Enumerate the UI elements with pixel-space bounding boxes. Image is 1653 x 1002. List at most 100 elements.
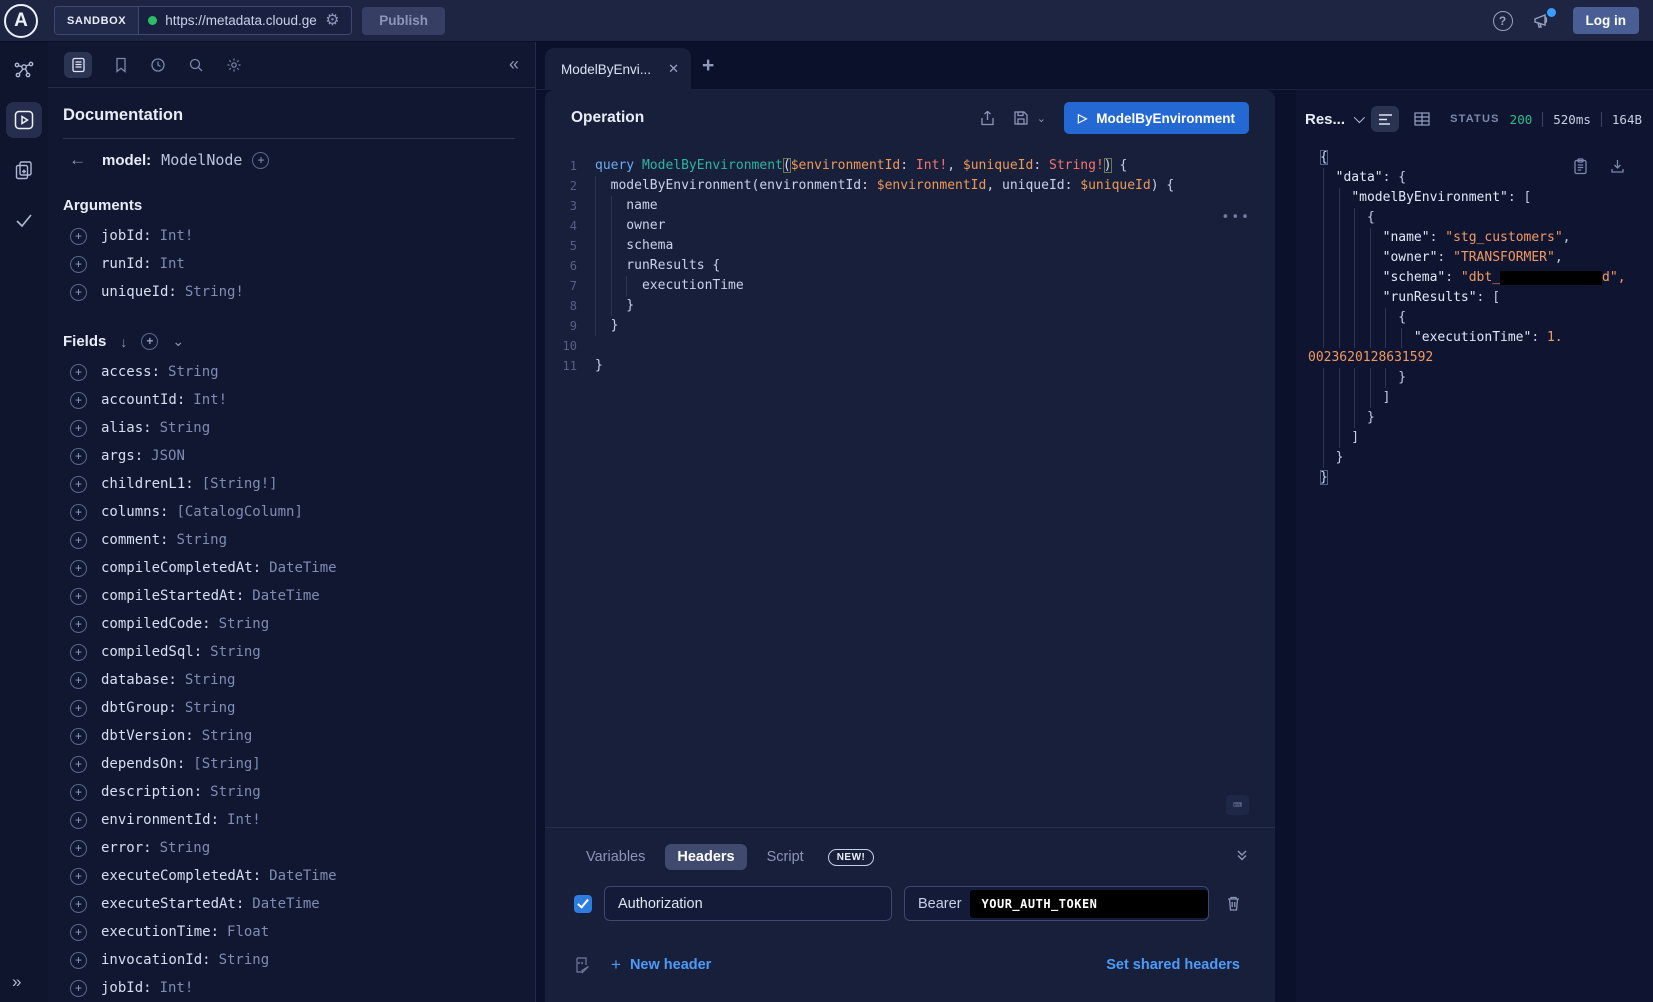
operation-tab[interactable]: ModelByEnvi... ✕ <box>545 48 691 90</box>
endpoint-settings-icon[interactable]: ⚙ <box>325 13 339 29</box>
add-to-query-icon[interactable]: + <box>70 784 87 801</box>
keyboard-shortcuts-icon[interactable]: ⌨ <box>1226 795 1249 815</box>
editor-menu-icon[interactable]: ••• <box>1222 210 1251 225</box>
add-to-query-icon[interactable]: + <box>70 672 87 689</box>
edit-headers-raw-button[interactable] <box>574 956 591 974</box>
field-row[interactable]: +accountId:Int! <box>63 386 515 414</box>
rail-item-schema[interactable] <box>6 52 42 88</box>
help-icon[interactable]: ? <box>1493 11 1513 31</box>
add-to-query-icon[interactable]: + <box>70 812 87 829</box>
add-field-icon[interactable]: + <box>252 152 269 169</box>
field-row[interactable]: +compileStartedAt:DateTime <box>63 582 515 610</box>
add-to-query-icon[interactable]: + <box>70 924 87 941</box>
add-to-query-icon[interactable]: + <box>70 448 87 465</box>
add-to-query-icon[interactable]: + <box>70 504 87 521</box>
expand-rail-button[interactable]: » <box>0 972 48 992</box>
delete-header-button[interactable] <box>1226 895 1241 912</box>
field-row[interactable]: +compiledSql:String <box>63 638 515 666</box>
add-to-query-icon[interactable]: + <box>70 868 87 885</box>
query-editor[interactable]: 1query ModelByEnvironment($environmentId… <box>545 146 1275 827</box>
argument-row[interactable]: +uniqueId:String! <box>63 278 515 306</box>
new-header-button[interactable]: + New header <box>611 955 711 975</box>
field-row[interactable]: +environmentId:Int! <box>63 806 515 834</box>
saved-operations-button[interactable] <box>114 57 128 73</box>
argument-row[interactable]: +jobId:Int! <box>63 222 515 250</box>
field-row[interactable]: +compileCompletedAt:DateTime <box>63 554 515 582</box>
field-row[interactable]: +error:String <box>63 834 515 862</box>
response-dropdown-chevron[interactable] <box>1354 112 1365 123</box>
field-row[interactable]: +columns:[CatalogColumn] <box>63 498 515 526</box>
field-row[interactable]: +access:String <box>63 358 515 386</box>
field-row[interactable]: +executeCompletedAt:DateTime <box>63 862 515 890</box>
documentation-tab-button[interactable] <box>64 52 92 78</box>
field-row[interactable]: +dbtVersion:String <box>63 722 515 750</box>
add-to-query-icon[interactable]: + <box>70 256 87 273</box>
add-to-query-icon[interactable]: + <box>70 644 87 661</box>
add-to-query-icon[interactable]: + <box>70 700 87 717</box>
download-response-button[interactable] <box>1610 158 1625 175</box>
add-to-query-icon[interactable]: + <box>70 728 87 745</box>
field-row[interactable]: +jobId:Int! <box>63 974 515 1002</box>
response-text-view-button[interactable] <box>1371 106 1399 132</box>
new-tab-button[interactable]: + <box>702 54 714 78</box>
add-to-query-icon[interactable]: + <box>70 588 87 605</box>
add-to-query-icon[interactable]: + <box>70 980 87 997</box>
save-options-chevron[interactable]: ⌄ <box>1037 112 1046 125</box>
field-row[interactable]: +compiledCode:String <box>63 610 515 638</box>
add-to-query-icon[interactable]: + <box>70 284 87 301</box>
argument-row[interactable]: +runId:Int <box>63 250 515 278</box>
endpoint-url-field[interactable]: https://metadata.cloud.get ⚙ <box>139 7 351 34</box>
field-row[interactable]: +executionTime:Float <box>63 918 515 946</box>
add-to-query-icon[interactable]: + <box>70 364 87 381</box>
header-value-input[interactable]: Bearer YOUR_AUTH_TOKEN <box>904 886 1209 921</box>
add-to-query-icon[interactable]: + <box>70 560 87 577</box>
save-operation-button[interactable] <box>1013 110 1029 126</box>
tab-script[interactable]: Script <box>755 844 816 870</box>
back-arrow-icon[interactable]: ← <box>63 150 92 170</box>
add-to-query-icon[interactable]: + <box>70 896 87 913</box>
response-title[interactable]: Res... <box>1305 111 1345 128</box>
history-button[interactable] <box>150 57 166 73</box>
collapse-docs-icon[interactable]: « <box>509 54 519 75</box>
field-row[interactable]: +childrenL1:[String!] <box>63 470 515 498</box>
header-enabled-checkbox[interactable] <box>574 895 592 913</box>
tab-headers[interactable]: Headers <box>665 844 746 870</box>
breadcrumb-type-name[interactable]: ModelNode <box>161 151 242 169</box>
collapse-panel-button[interactable] <box>1235 848 1249 862</box>
add-to-query-icon[interactable]: + <box>70 392 87 409</box>
add-to-query-icon[interactable]: + <box>70 840 87 857</box>
field-row[interactable]: +args:JSON <box>63 442 515 470</box>
add-to-query-icon[interactable]: + <box>70 756 87 773</box>
header-key-input[interactable] <box>604 886 892 921</box>
field-row[interactable]: +database:String <box>63 666 515 694</box>
settings-button[interactable] <box>226 57 242 73</box>
add-to-query-icon[interactable]: + <box>70 952 87 969</box>
field-row[interactable]: +executeStartedAt:DateTime <box>63 890 515 918</box>
run-operation-button[interactable]: ▷ ModelByEnvironment <box>1064 102 1249 134</box>
rail-item-collections[interactable] <box>6 152 42 188</box>
field-row[interactable]: +invocationId:String <box>63 946 515 974</box>
copy-response-button[interactable] <box>1573 158 1588 175</box>
field-row[interactable]: +alias:String <box>63 414 515 442</box>
tab-variables[interactable]: Variables <box>574 844 657 870</box>
announcements-button[interactable] <box>1533 12 1553 30</box>
add-to-query-icon[interactable]: + <box>70 476 87 493</box>
add-all-fields-icon[interactable]: + <box>141 333 158 350</box>
add-to-query-icon[interactable]: + <box>70 420 87 437</box>
search-button[interactable] <box>188 57 204 73</box>
response-table-view-button[interactable] <box>1408 106 1436 132</box>
field-row[interactable]: +dependsOn:[String] <box>63 750 515 778</box>
login-button[interactable]: Log in <box>1573 7 1640 34</box>
rail-item-explorer[interactable] <box>6 102 42 138</box>
field-row[interactable]: +description:String <box>63 778 515 806</box>
field-row[interactable]: +dbtGroup:String <box>63 694 515 722</box>
rail-item-checks[interactable] <box>6 202 42 238</box>
close-tab-icon[interactable]: ✕ <box>668 61 679 77</box>
publish-button[interactable]: Publish <box>362 7 445 35</box>
sort-icon[interactable]: ↓ <box>120 334 127 350</box>
set-shared-headers-link[interactable]: Set shared headers <box>1106 957 1247 973</box>
add-to-query-icon[interactable]: + <box>70 532 87 549</box>
add-to-query-icon[interactable]: + <box>70 616 87 633</box>
field-row[interactable]: +comment:String <box>63 526 515 554</box>
add-to-query-icon[interactable]: + <box>70 228 87 245</box>
